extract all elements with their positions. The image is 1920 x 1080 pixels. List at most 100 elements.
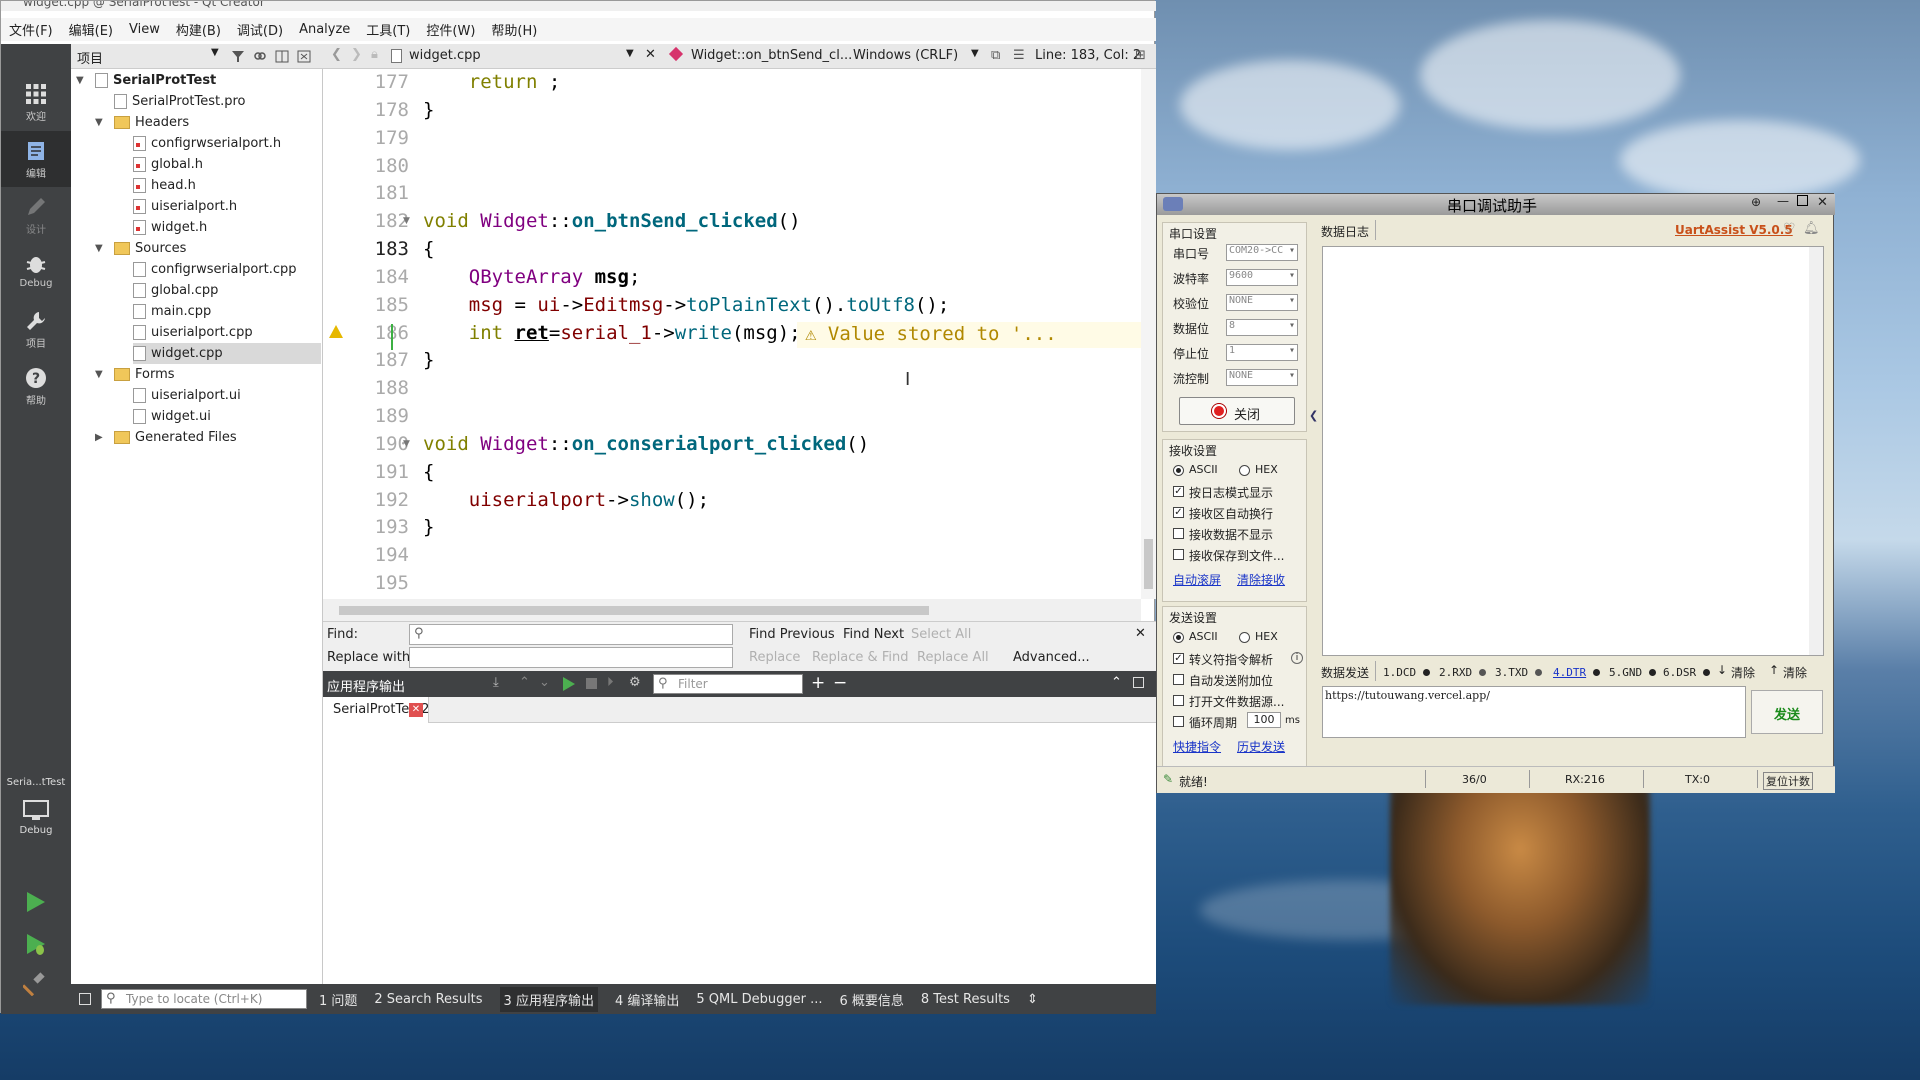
- log-tab[interactable]: 数据日志: [1321, 223, 1369, 240]
- kit-selector[interactable]: Debug: [1, 794, 71, 844]
- tree-project[interactable]: SerialProtTest: [95, 70, 216, 91]
- flow-combo[interactable]: NONE: [1226, 369, 1298, 386]
- tree-sources[interactable]: Sources: [114, 238, 186, 259]
- forward-arrow-icon[interactable]: ❯: [351, 47, 362, 62]
- advanced-button[interactable]: Advanced...: [1013, 650, 1090, 665]
- menu-build[interactable]: 构建(B): [168, 20, 229, 39]
- recv-checkbox[interactable]: ✓: [1173, 507, 1184, 518]
- menu-widgets[interactable]: 控件(W): [418, 20, 483, 39]
- tree-file[interactable]: uiserialport.cpp: [133, 322, 253, 343]
- inline-warning[interactable]: ⚠ Value stored to '...: [797, 322, 1141, 348]
- debug-run-icon[interactable]: [23, 932, 47, 956]
- menu-debug[interactable]: 调试(D): [229, 20, 291, 39]
- signal-rxd[interactable]: 2.RXD: [1439, 666, 1472, 679]
- stop-icon[interactable]: [586, 678, 597, 689]
- tree-file[interactable]: uiserialport.ui: [133, 385, 241, 406]
- close-icon[interactable]: ✕: [645, 47, 656, 62]
- plus-icon[interactable]: +: [811, 673, 825, 693]
- mode-design[interactable]: 设计: [1, 187, 71, 243]
- list-icon[interactable]: ☰: [1013, 48, 1025, 63]
- chevron-down-icon[interactable]: ▼: [626, 48, 634, 59]
- output-tab[interactable]: SerialProtTest2 ✕: [323, 697, 429, 723]
- signal-dsr[interactable]: 6.DSR: [1663, 666, 1696, 679]
- editor-encoding[interactable]: Windows (CRLF): [853, 48, 958, 63]
- tree-file-selected[interactable]: widget.cpp: [133, 343, 321, 364]
- send-tab[interactable]: 数据发送: [1321, 664, 1369, 681]
- tree-file[interactable]: configrwserialport.cpp: [133, 259, 297, 280]
- find-input[interactable]: ⚲: [409, 624, 733, 645]
- find-next-button[interactable]: Find Next: [843, 627, 904, 642]
- signal-dtr[interactable]: 4.DTR: [1553, 666, 1586, 679]
- sidebar-toggle-icon[interactable]: [79, 993, 91, 1005]
- tree-headers[interactable]: Headers: [114, 112, 189, 133]
- fold-arrow-icon[interactable]: ▼: [403, 439, 410, 449]
- recv-checkbox[interactable]: ✓: [1173, 486, 1184, 497]
- databits-combo[interactable]: 8: [1226, 319, 1298, 336]
- signal-dcd[interactable]: 1.DCD: [1383, 666, 1416, 679]
- status-qml-debugger[interactable]: 5 QML Debugger ...: [696, 992, 822, 1007]
- filter-icon[interactable]: [231, 50, 245, 63]
- clear-send-button[interactable]: 清除: [1731, 664, 1755, 681]
- link-icon[interactable]: [253, 50, 267, 63]
- pin-icon[interactable]: ⊕: [1751, 195, 1761, 209]
- step-icon[interactable]: ⏵: [607, 675, 614, 690]
- chevron-down-icon[interactable]: ▼: [211, 47, 219, 58]
- tree-file[interactable]: global.h: [133, 154, 203, 175]
- send-button[interactable]: 发送: [1751, 690, 1823, 734]
- replace-button[interactable]: Replace: [749, 650, 800, 665]
- info-icon[interactable]: i: [1291, 652, 1303, 664]
- find-previous-button[interactable]: Find Previous: [749, 627, 835, 642]
- split-icon[interactable]: ⊞: [1135, 48, 1146, 63]
- mode-projects[interactable]: 项目: [1, 301, 71, 357]
- close-icon[interactable]: ✕: [1135, 626, 1146, 641]
- app-icon[interactable]: [1163, 197, 1183, 211]
- clear-receive-link[interactable]: 清除接收: [1237, 571, 1285, 588]
- reset-count-button[interactable]: 复位计数: [1763, 772, 1813, 790]
- tree-file[interactable]: widget.ui: [133, 406, 211, 427]
- send-input[interactable]: https://tutouwang.vercel.app/: [1322, 686, 1746, 738]
- send-checkbox[interactable]: [1173, 695, 1184, 706]
- replace-all-button[interactable]: Replace All: [917, 650, 989, 665]
- run-icon[interactable]: [563, 677, 575, 691]
- menu-file[interactable]: 文件(F): [1, 20, 61, 39]
- maximize-icon[interactable]: [1133, 677, 1144, 688]
- status-test-results[interactable]: 8 Test Results: [921, 992, 1010, 1007]
- build-hammer-icon[interactable]: [23, 972, 47, 996]
- editor-file-name[interactable]: widget.cpp: [409, 48, 481, 63]
- mode-debug[interactable]: Debug: [1, 244, 71, 300]
- send-history-link[interactable]: 历史发送: [1237, 738, 1285, 755]
- tree-file[interactable]: widget.h: [133, 217, 207, 238]
- version-link[interactable]: UartAssist V5.0.5: [1675, 223, 1793, 237]
- send-ascii-radio[interactable]: [1173, 632, 1184, 643]
- period-input[interactable]: 100: [1247, 712, 1281, 728]
- tree-file[interactable]: global.cpp: [133, 280, 218, 301]
- tree-file[interactable]: uiserialport.h: [133, 196, 237, 217]
- menu-help[interactable]: 帮助(H): [483, 20, 545, 39]
- log-scrollbar[interactable]: [1809, 247, 1823, 655]
- status-issues[interactable]: 1 问题: [319, 990, 357, 1009]
- up-arrow-icon[interactable]: ⌃: [519, 675, 530, 690]
- tree-pro-file[interactable]: SerialProtTest.pro: [114, 91, 246, 112]
- recv-hex-radio[interactable]: [1239, 465, 1250, 476]
- mode-edit[interactable]: 编辑: [1, 131, 71, 187]
- tree-file[interactable]: configrwserialport.h: [133, 133, 281, 154]
- baud-combo[interactable]: 9600: [1226, 269, 1298, 286]
- editor-vertical-scrollbar[interactable]: [1141, 69, 1156, 599]
- minimize-icon[interactable]: —: [1777, 194, 1789, 208]
- heart-icon[interactable]: ♡: [1783, 221, 1796, 237]
- fold-arrow-icon[interactable]: ▼: [403, 216, 410, 226]
- stopbits-combo[interactable]: 1: [1226, 344, 1298, 361]
- status-search-results[interactable]: 2 Search Results: [374, 992, 482, 1007]
- gear-icon[interactable]: ⚙: [629, 675, 641, 690]
- send-checkbox[interactable]: ✓: [1173, 653, 1184, 664]
- output-filter-input[interactable]: ⚲ Filter: [653, 674, 803, 694]
- menu-tools[interactable]: 工具(T): [358, 20, 418, 39]
- replace-find-button[interactable]: Replace & Find: [812, 650, 908, 665]
- close-port-button[interactable]: 关闭: [1179, 397, 1295, 425]
- run-icon[interactable]: [23, 890, 47, 914]
- status-general-messages[interactable]: 6 概要信息: [839, 990, 903, 1009]
- recv-ascii-radio[interactable]: [1173, 465, 1184, 476]
- recv-checkbox[interactable]: [1173, 549, 1184, 560]
- send-hex-radio[interactable]: [1239, 632, 1250, 643]
- recv-checkbox[interactable]: [1173, 528, 1184, 539]
